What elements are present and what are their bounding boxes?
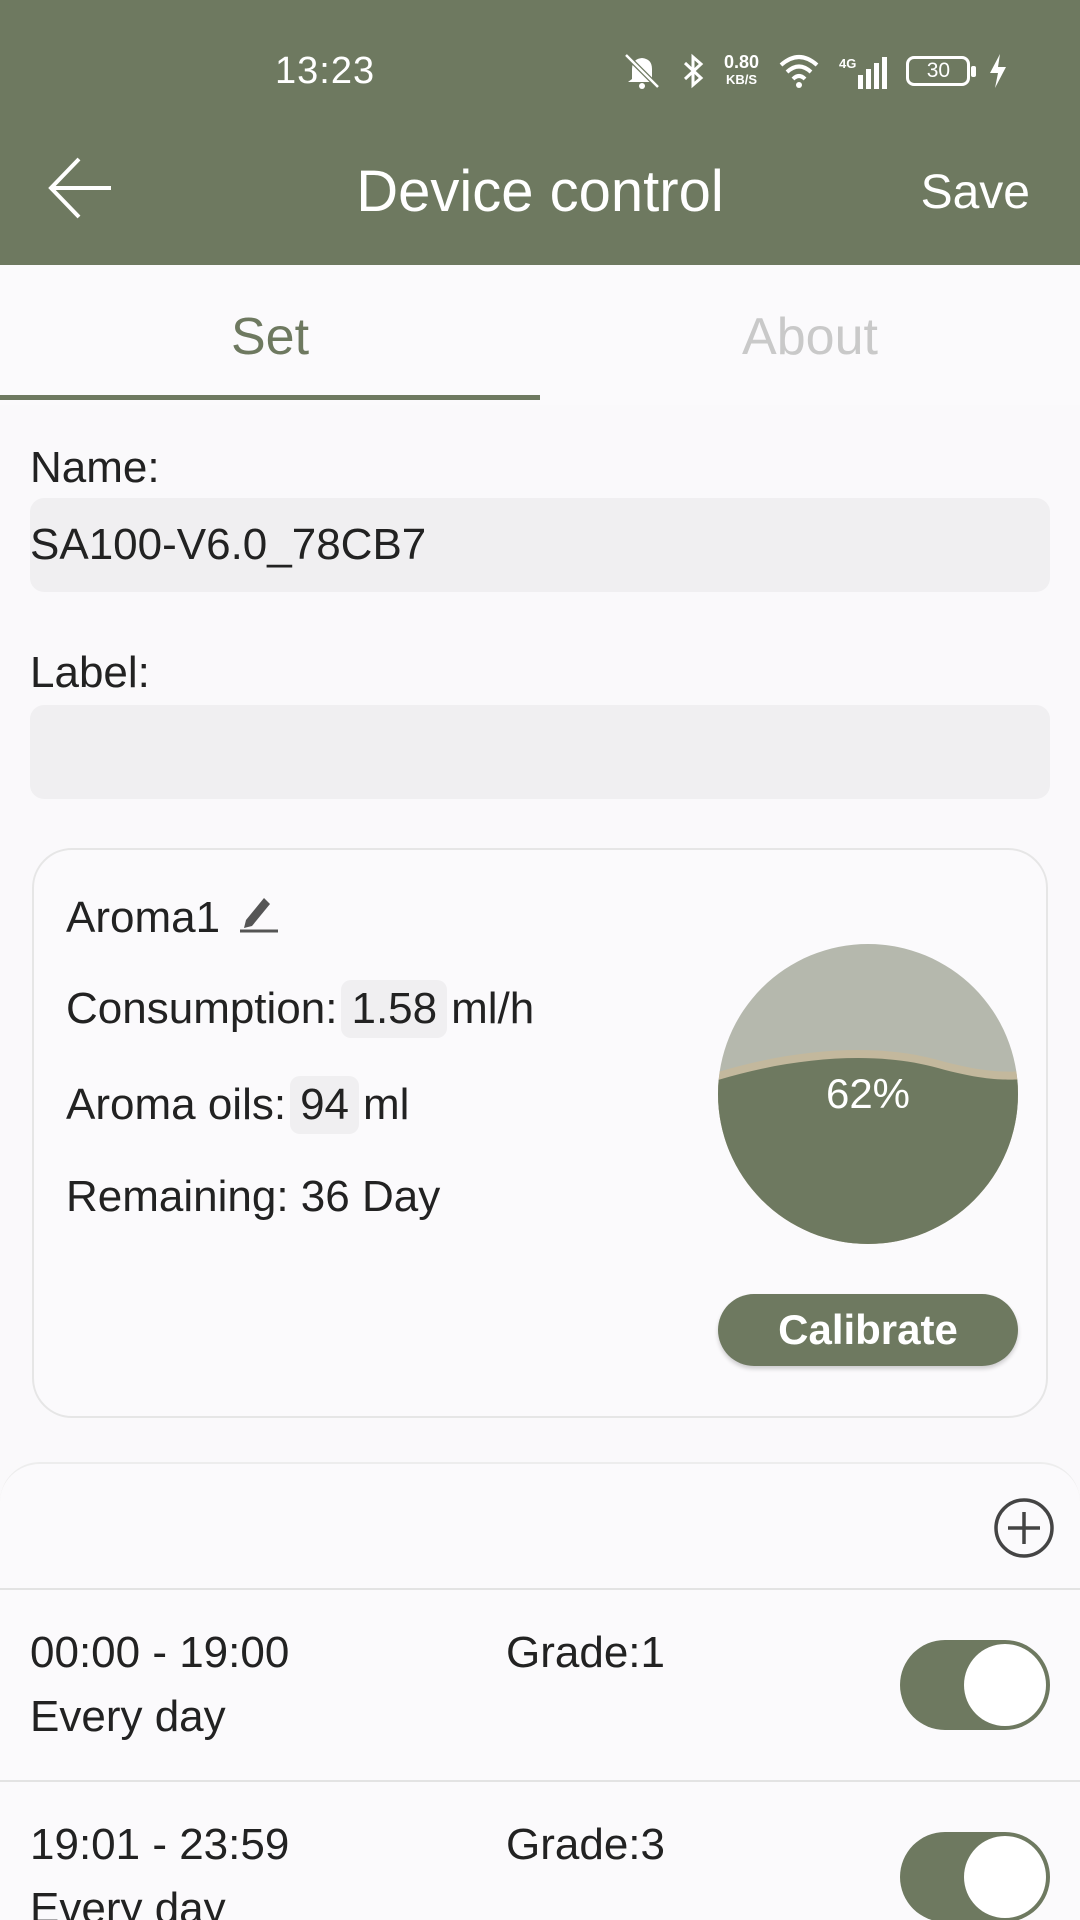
aroma-name: Aroma1 [66, 892, 221, 942]
battery-icon: 30 [906, 56, 977, 86]
schedule-grade: Grade:3 [506, 1820, 665, 1869]
tab-bar: Set About [0, 265, 1080, 405]
net-speed-unit: KB/S [725, 72, 758, 87]
schedule-time: 00:00 - 19:00 [30, 1628, 290, 1677]
consumption-value[interactable]: 1.58 [341, 980, 448, 1038]
calibrate-button[interactable]: Calibrate [718, 1294, 1018, 1366]
schedule-row[interactable]: 19:01 - 23:59 Every day Grade:3 [0, 1780, 1080, 1920]
cellular-signal-icon: 4G [839, 53, 888, 89]
oils-row: Aroma oils: 94 ml [66, 1076, 409, 1134]
schedule-toggle[interactable] [900, 1832, 1050, 1920]
schedule-repeat: Every day [30, 1692, 226, 1741]
consumption-row: Consumption: 1.58 ml/h [66, 980, 534, 1038]
consumption-unit: ml/h [451, 984, 535, 1033]
remaining-text: Remaining: 36 Day [66, 1172, 441, 1221]
oil-level-gauge: 62% [718, 944, 1018, 1244]
aroma-card: Aroma1 Consumption: 1.58 ml/h Aroma oils… [32, 848, 1048, 1418]
tab-set[interactable]: Set [0, 307, 540, 367]
schedule-row[interactable]: 00:00 - 19:00 Every day Grade:1 [0, 1588, 1080, 1780]
charging-icon [988, 54, 1008, 88]
battery-level: 30 [926, 59, 951, 82]
label-label: Label: [30, 648, 150, 697]
label-field[interactable] [30, 705, 1050, 799]
oils-unit: ml [363, 1080, 410, 1129]
app-header: 13:23 0.80 KB/S 4G 30 Device control Sav… [0, 0, 1080, 265]
oil-level-percent: 62% [825, 1070, 911, 1117]
status-time: 13:23 [275, 50, 376, 92]
bluetooth-icon [682, 52, 706, 90]
toggle-knob [964, 1644, 1046, 1726]
network-type: 4G [839, 56, 857, 71]
name-field[interactable]: SA100-V6.0_78CB7 [30, 498, 1050, 592]
tab-indicator [0, 395, 540, 400]
plus-circle-icon [992, 1498, 1056, 1564]
schedule-toggle[interactable] [900, 1640, 1050, 1730]
net-speed-value: 0.80 [724, 52, 760, 72]
name-label: Name: [30, 443, 160, 492]
oils-value[interactable]: 94 [290, 1076, 360, 1134]
oils-label: Aroma oils: [66, 1080, 287, 1129]
page-title: Device control [356, 159, 724, 224]
schedule-card: 00:00 - 19:00 Every day Grade:1 19:01 - … [0, 1462, 1080, 1920]
pencil-icon[interactable] [236, 890, 280, 945]
schedule-time: 19:01 - 23:59 [30, 1820, 290, 1869]
status-icons: 0.80 KB/S 4G 30 [620, 48, 1008, 94]
schedule-repeat: Every day [30, 1884, 226, 1920]
toggle-knob [964, 1836, 1046, 1918]
schedule-grade: Grade:1 [506, 1628, 665, 1677]
add-schedule-button[interactable] [992, 1496, 1056, 1560]
tab-about[interactable]: About [540, 307, 1080, 367]
net-speed-indicator: 0.80 KB/S [724, 53, 759, 89]
consumption-label: Consumption: [66, 984, 338, 1033]
save-button[interactable]: Save [921, 165, 1030, 220]
wifi-icon [777, 53, 821, 89]
aroma-title-row: Aroma1 [66, 890, 280, 945]
mute-bell-icon [620, 51, 664, 91]
status-bar: 13:23 0.80 KB/S 4G 30 [0, 0, 1080, 140]
